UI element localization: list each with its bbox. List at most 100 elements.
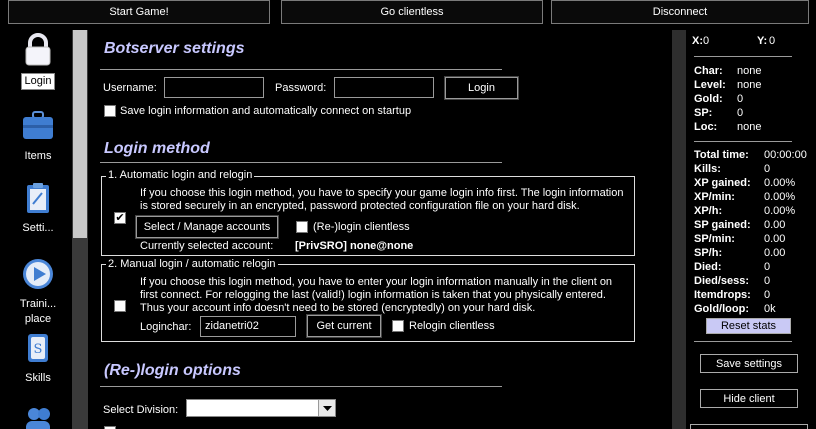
- sp-gained-label: SP gained:: [694, 219, 751, 231]
- save-login-checkbox[interactable]: [104, 105, 116, 117]
- play-icon: [23, 259, 53, 289]
- password-input[interactable]: [334, 77, 434, 98]
- main-panel: Botserver settings Username: Password: L…: [88, 26, 672, 429]
- loginchar-input[interactable]: zidanetri02: [200, 316, 296, 337]
- division-label: Select Division:: [103, 404, 179, 416]
- relogin-clientless-checkbox[interactable]: [296, 221, 308, 233]
- manual-login-description-2: first connect. For relogging the last (v…: [140, 289, 606, 301]
- save-login-label: Save login information and automatically…: [120, 105, 412, 117]
- xp-gained-label: XP gained:: [694, 177, 751, 189]
- automatic-login-description-2: is stored securely in an encrypted, pass…: [140, 200, 580, 212]
- xp-h-label: XP/h:: [694, 205, 723, 217]
- division-select[interactable]: [186, 399, 336, 417]
- sidebar-scrollbar-thumb[interactable]: [73, 30, 87, 238]
- users-icon: [26, 408, 50, 429]
- char-value: none: [737, 65, 762, 77]
- relogin-options-heading: (Re-)login options: [104, 362, 241, 379]
- char-label: Char:: [694, 65, 723, 77]
- loc-label: Loc:: [694, 121, 718, 133]
- loginchar-label: Loginchar:: [140, 321, 192, 333]
- died-value: 0: [764, 261, 771, 273]
- nav-label-items: Items: [24, 150, 52, 162]
- nav-item-login[interactable]: Login: [8, 32, 68, 90]
- y-value: 0: [769, 35, 776, 47]
- briefcase-icon: [23, 111, 53, 139]
- total-time-value: 00:00:00: [764, 149, 807, 161]
- svg-text:S: S: [34, 342, 43, 357]
- divider: [100, 69, 502, 70]
- sp-h-value: 0.00: [764, 247, 786, 259]
- xp-min-label: XP/min:: [694, 191, 735, 203]
- gold-loop-value: 0k: [764, 303, 776, 315]
- login-button[interactable]: Login: [444, 76, 519, 100]
- died-sess-value: 0: [764, 275, 771, 287]
- nav-label-training-place: Traini... place: [19, 298, 57, 325]
- status-scrollbar[interactable]: [672, 30, 686, 429]
- nav-item-skills[interactable]: S Skills: [8, 330, 68, 386]
- automatic-login-checkbox[interactable]: ✔: [114, 212, 126, 224]
- level-value: none: [737, 79, 762, 91]
- division-dropdown-button[interactable]: [318, 400, 335, 416]
- password-label: Password:: [275, 82, 327, 94]
- current-account-label: Currently selected account:: [140, 240, 274, 252]
- login-method-heading: Login method: [104, 140, 210, 157]
- more-button[interactable]: [690, 424, 808, 429]
- divider: [694, 141, 792, 142]
- skill-book-icon: S: [28, 334, 48, 362]
- sp-gained-value: 0.00: [764, 219, 786, 231]
- disconnect-button[interactable]: Disconnect: [551, 0, 809, 24]
- select-manage-accounts-button[interactable]: Select / Manage accounts: [135, 215, 279, 239]
- kills-value: 0: [764, 163, 771, 175]
- top-toolbar: Start Game! Go clientless Disconnect: [0, 0, 816, 26]
- nav-label-settings: Setti...: [22, 222, 54, 234]
- lock-icon: [25, 33, 51, 66]
- nav-item-items[interactable]: Items: [8, 108, 68, 164]
- hide-client-button[interactable]: Hide client: [700, 389, 798, 408]
- go-clientless-button[interactable]: Go clientless: [281, 0, 543, 24]
- sp-h-label: SP/h:: [694, 247, 723, 259]
- nav-label-skills: Skills: [25, 372, 51, 384]
- manual-login-legend: 2. Manual login / automatic relogin: [106, 258, 278, 270]
- clipboard-icon: [27, 183, 49, 213]
- died-label: Died:: [694, 261, 722, 273]
- gold-value: 0: [737, 93, 744, 105]
- manual-login-description-1: If you choose this login method, you hav…: [140, 276, 613, 288]
- username-label: Username:: [103, 82, 157, 94]
- level-label: Level:: [694, 79, 726, 91]
- itemdrops-label: Itemdrops:: [694, 289, 751, 301]
- gold-label: Gold:: [694, 93, 723, 105]
- username-input[interactable]: [164, 77, 264, 98]
- divider: [100, 386, 502, 387]
- automatic-login-legend: 1. Automatic login and relogin: [106, 169, 255, 181]
- sp-min-value: 0.00: [764, 233, 786, 245]
- current-account-value: [PrivSRO] none@none: [295, 240, 414, 252]
- chevron-down-icon: [323, 406, 332, 411]
- nav-item-more[interactable]: [8, 402, 68, 429]
- nav-label-login: Login: [20, 73, 56, 90]
- start-game-button[interactable]: Start Game!: [8, 0, 270, 24]
- automatic-login-description-1: If you choose this login method, you hav…: [140, 187, 624, 199]
- save-settings-button[interactable]: Save settings: [700, 354, 798, 373]
- kills-label: Kills:: [694, 163, 721, 175]
- x-label: X:: [692, 35, 703, 47]
- sp-label: SP:: [694, 107, 713, 119]
- get-current-button[interactable]: Get current: [306, 314, 382, 338]
- x-value: 0: [703, 35, 710, 47]
- nav-item-settings[interactable]: Setti...: [8, 180, 68, 236]
- sp-value: 0: [737, 107, 744, 119]
- divider: [694, 341, 792, 342]
- relogin-clientless-manual-checkbox[interactable]: [392, 320, 404, 332]
- loc-value: none: [737, 121, 762, 133]
- sp-min-label: SP/min:: [694, 233, 735, 245]
- gold-loop-label: Gold/loop:: [694, 303, 749, 315]
- xp-gained-value: 0.00%: [764, 177, 796, 189]
- relogin-clientless-label: (Re-)login clientless: [313, 221, 410, 233]
- manual-login-checkbox[interactable]: [114, 300, 126, 312]
- nav-item-training-place[interactable]: Traini... place: [8, 256, 68, 327]
- died-sess-label: Died/sess:: [694, 275, 750, 287]
- reset-stats-button[interactable]: Reset stats: [706, 318, 791, 334]
- relogin-clientless-manual-label: Relogin clientless: [409, 320, 495, 332]
- botserver-settings-heading: Botserver settings: [104, 40, 245, 57]
- total-time-label: Total time:: [694, 149, 749, 161]
- divider: [100, 162, 502, 163]
